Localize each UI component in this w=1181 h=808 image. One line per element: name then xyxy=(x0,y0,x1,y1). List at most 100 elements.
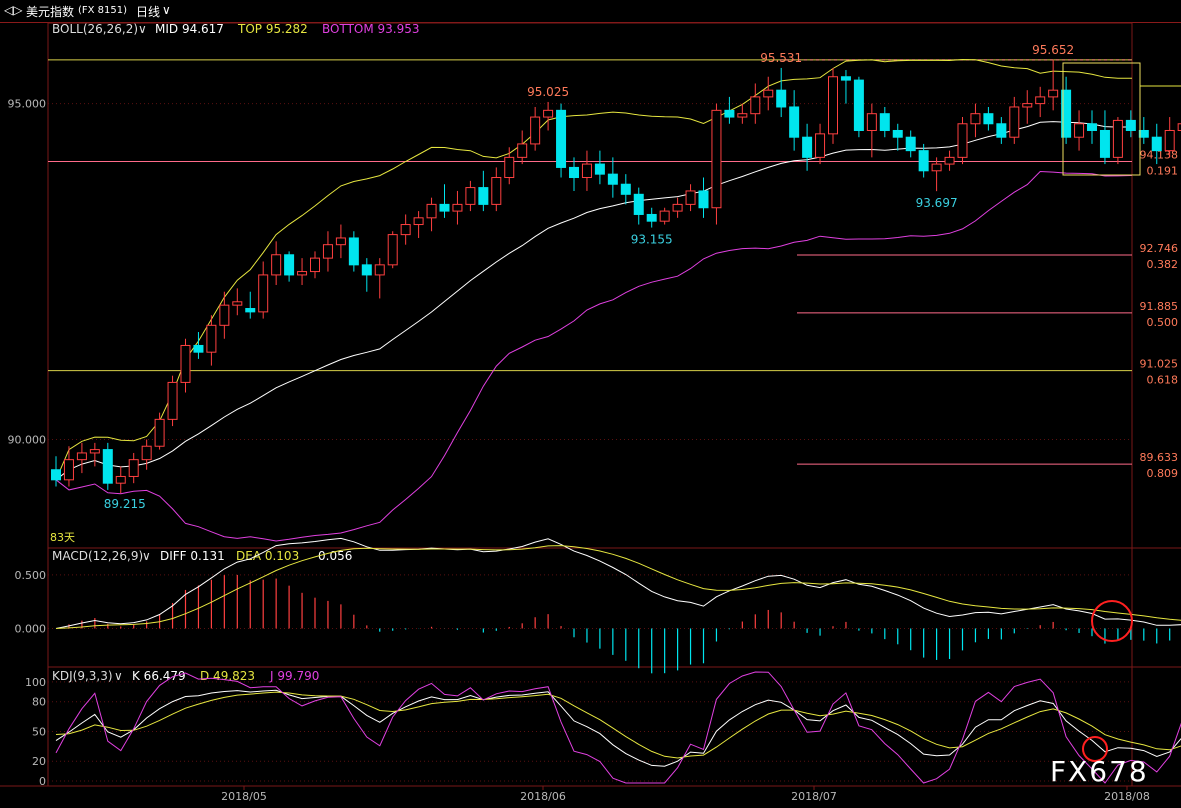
candle-up xyxy=(452,203,463,212)
y-tick-label: 0 xyxy=(39,775,46,788)
fib-price-label: 91.885 xyxy=(1140,300,1179,313)
y-tick-label: 100 xyxy=(25,676,46,689)
candle-up xyxy=(310,257,320,273)
candle-down xyxy=(646,213,657,222)
price-high-label: 95.025 xyxy=(527,85,569,99)
y-tick-label: 0.500 xyxy=(15,569,47,582)
fib-ratio-label: 0.809 xyxy=(1147,467,1179,480)
candle-up xyxy=(970,113,981,125)
y-tick-label: 80 xyxy=(32,696,46,709)
candle-down xyxy=(1138,129,1149,138)
candle-up xyxy=(1035,96,1046,105)
x-tick-label: 2018/05 xyxy=(221,790,267,803)
candle-down xyxy=(802,136,813,158)
y-tick-label: 50 xyxy=(32,725,46,738)
price-low-label: 93.697 xyxy=(916,196,958,210)
y-tick-label: 95.000 xyxy=(8,98,47,111)
candle-up xyxy=(63,459,74,481)
candle-up xyxy=(685,190,696,205)
candle-up xyxy=(828,76,838,135)
candle-down xyxy=(284,254,295,276)
candle-up xyxy=(1112,119,1123,158)
candle-up xyxy=(115,475,126,484)
chart-frame xyxy=(47,22,1133,787)
x-tick-label: 2018/08 xyxy=(1104,790,1150,803)
candle-up xyxy=(1164,129,1175,152)
candle-up xyxy=(815,133,826,158)
y-tick-label: 90.000 xyxy=(8,434,47,447)
candle-up xyxy=(931,163,942,172)
candle-up xyxy=(258,274,269,313)
day-count-label: 83天 xyxy=(50,531,75,544)
highlight-box xyxy=(1062,62,1141,176)
candle-up xyxy=(232,301,243,306)
candle-up xyxy=(154,418,165,447)
fib-ratio-label: 0.618 xyxy=(1147,374,1179,387)
candle-up xyxy=(206,324,217,353)
candle-up xyxy=(1074,123,1085,138)
candle-down xyxy=(594,163,605,175)
candle-up xyxy=(581,163,592,179)
candle-up xyxy=(465,187,476,205)
boll-bottom-line xyxy=(55,170,1132,542)
candle-down xyxy=(556,109,567,168)
highlight-circle xyxy=(1091,600,1133,642)
candle-down xyxy=(1125,119,1136,131)
candle-up xyxy=(517,143,528,158)
candle-up xyxy=(491,177,502,205)
candle-up xyxy=(297,271,308,276)
price-high-label: 95.531 xyxy=(760,51,802,65)
candle-down xyxy=(607,173,618,185)
candle-up xyxy=(866,113,877,131)
candle-down xyxy=(245,308,256,313)
candle-up xyxy=(543,109,554,118)
candle-down xyxy=(698,190,709,209)
candle-down xyxy=(633,193,644,215)
candle-down xyxy=(918,150,929,172)
x-tick-label: 2018/06 xyxy=(520,790,566,803)
candle-up xyxy=(504,156,515,179)
y-tick-label: 20 xyxy=(32,755,46,768)
chart-canvas[interactable]: 95.00090.00094.1380.19192.7460.38291.885… xyxy=(0,0,1181,808)
candle-down xyxy=(620,183,631,195)
candle-up xyxy=(271,254,282,276)
candle-up xyxy=(89,449,100,454)
candle-up xyxy=(672,203,683,212)
candle-down xyxy=(1099,129,1110,158)
candle-down xyxy=(840,76,851,81)
candle-up xyxy=(400,224,411,236)
candle-up xyxy=(711,109,722,209)
candle-down xyxy=(193,344,204,353)
candle-up xyxy=(387,234,398,266)
price-high-label: 95.652 xyxy=(1032,43,1074,57)
candle-down xyxy=(1151,136,1162,152)
fib-price-label: 89.633 xyxy=(1140,451,1179,464)
candle-up xyxy=(128,459,139,477)
candle-down xyxy=(102,449,113,484)
candle-down xyxy=(1087,123,1097,131)
candle-up xyxy=(659,210,670,222)
watermark: FX678 xyxy=(1050,755,1149,788)
x-tick-label: 2018/07 xyxy=(791,790,837,803)
price-low-label: 89.215 xyxy=(104,497,146,511)
candle-down xyxy=(996,123,1007,138)
candle-up xyxy=(180,344,191,383)
candle-up xyxy=(167,381,178,420)
candle-up xyxy=(374,264,385,276)
candle-down xyxy=(478,187,489,205)
candle-down xyxy=(776,89,787,108)
candle-up xyxy=(530,116,541,145)
fib-ratio-label: 0.500 xyxy=(1147,316,1179,329)
candle-down xyxy=(905,136,916,152)
candle-up xyxy=(957,123,968,158)
candle-down xyxy=(983,113,994,125)
candle-down xyxy=(724,109,735,118)
candle-up xyxy=(944,156,955,165)
candle-up xyxy=(737,113,748,118)
price-low-label: 93.155 xyxy=(631,233,673,247)
candle-up xyxy=(1048,89,1059,98)
candle-up xyxy=(219,304,230,326)
candle-down xyxy=(789,106,800,138)
candle-down xyxy=(879,113,890,131)
candle-up xyxy=(750,96,761,115)
